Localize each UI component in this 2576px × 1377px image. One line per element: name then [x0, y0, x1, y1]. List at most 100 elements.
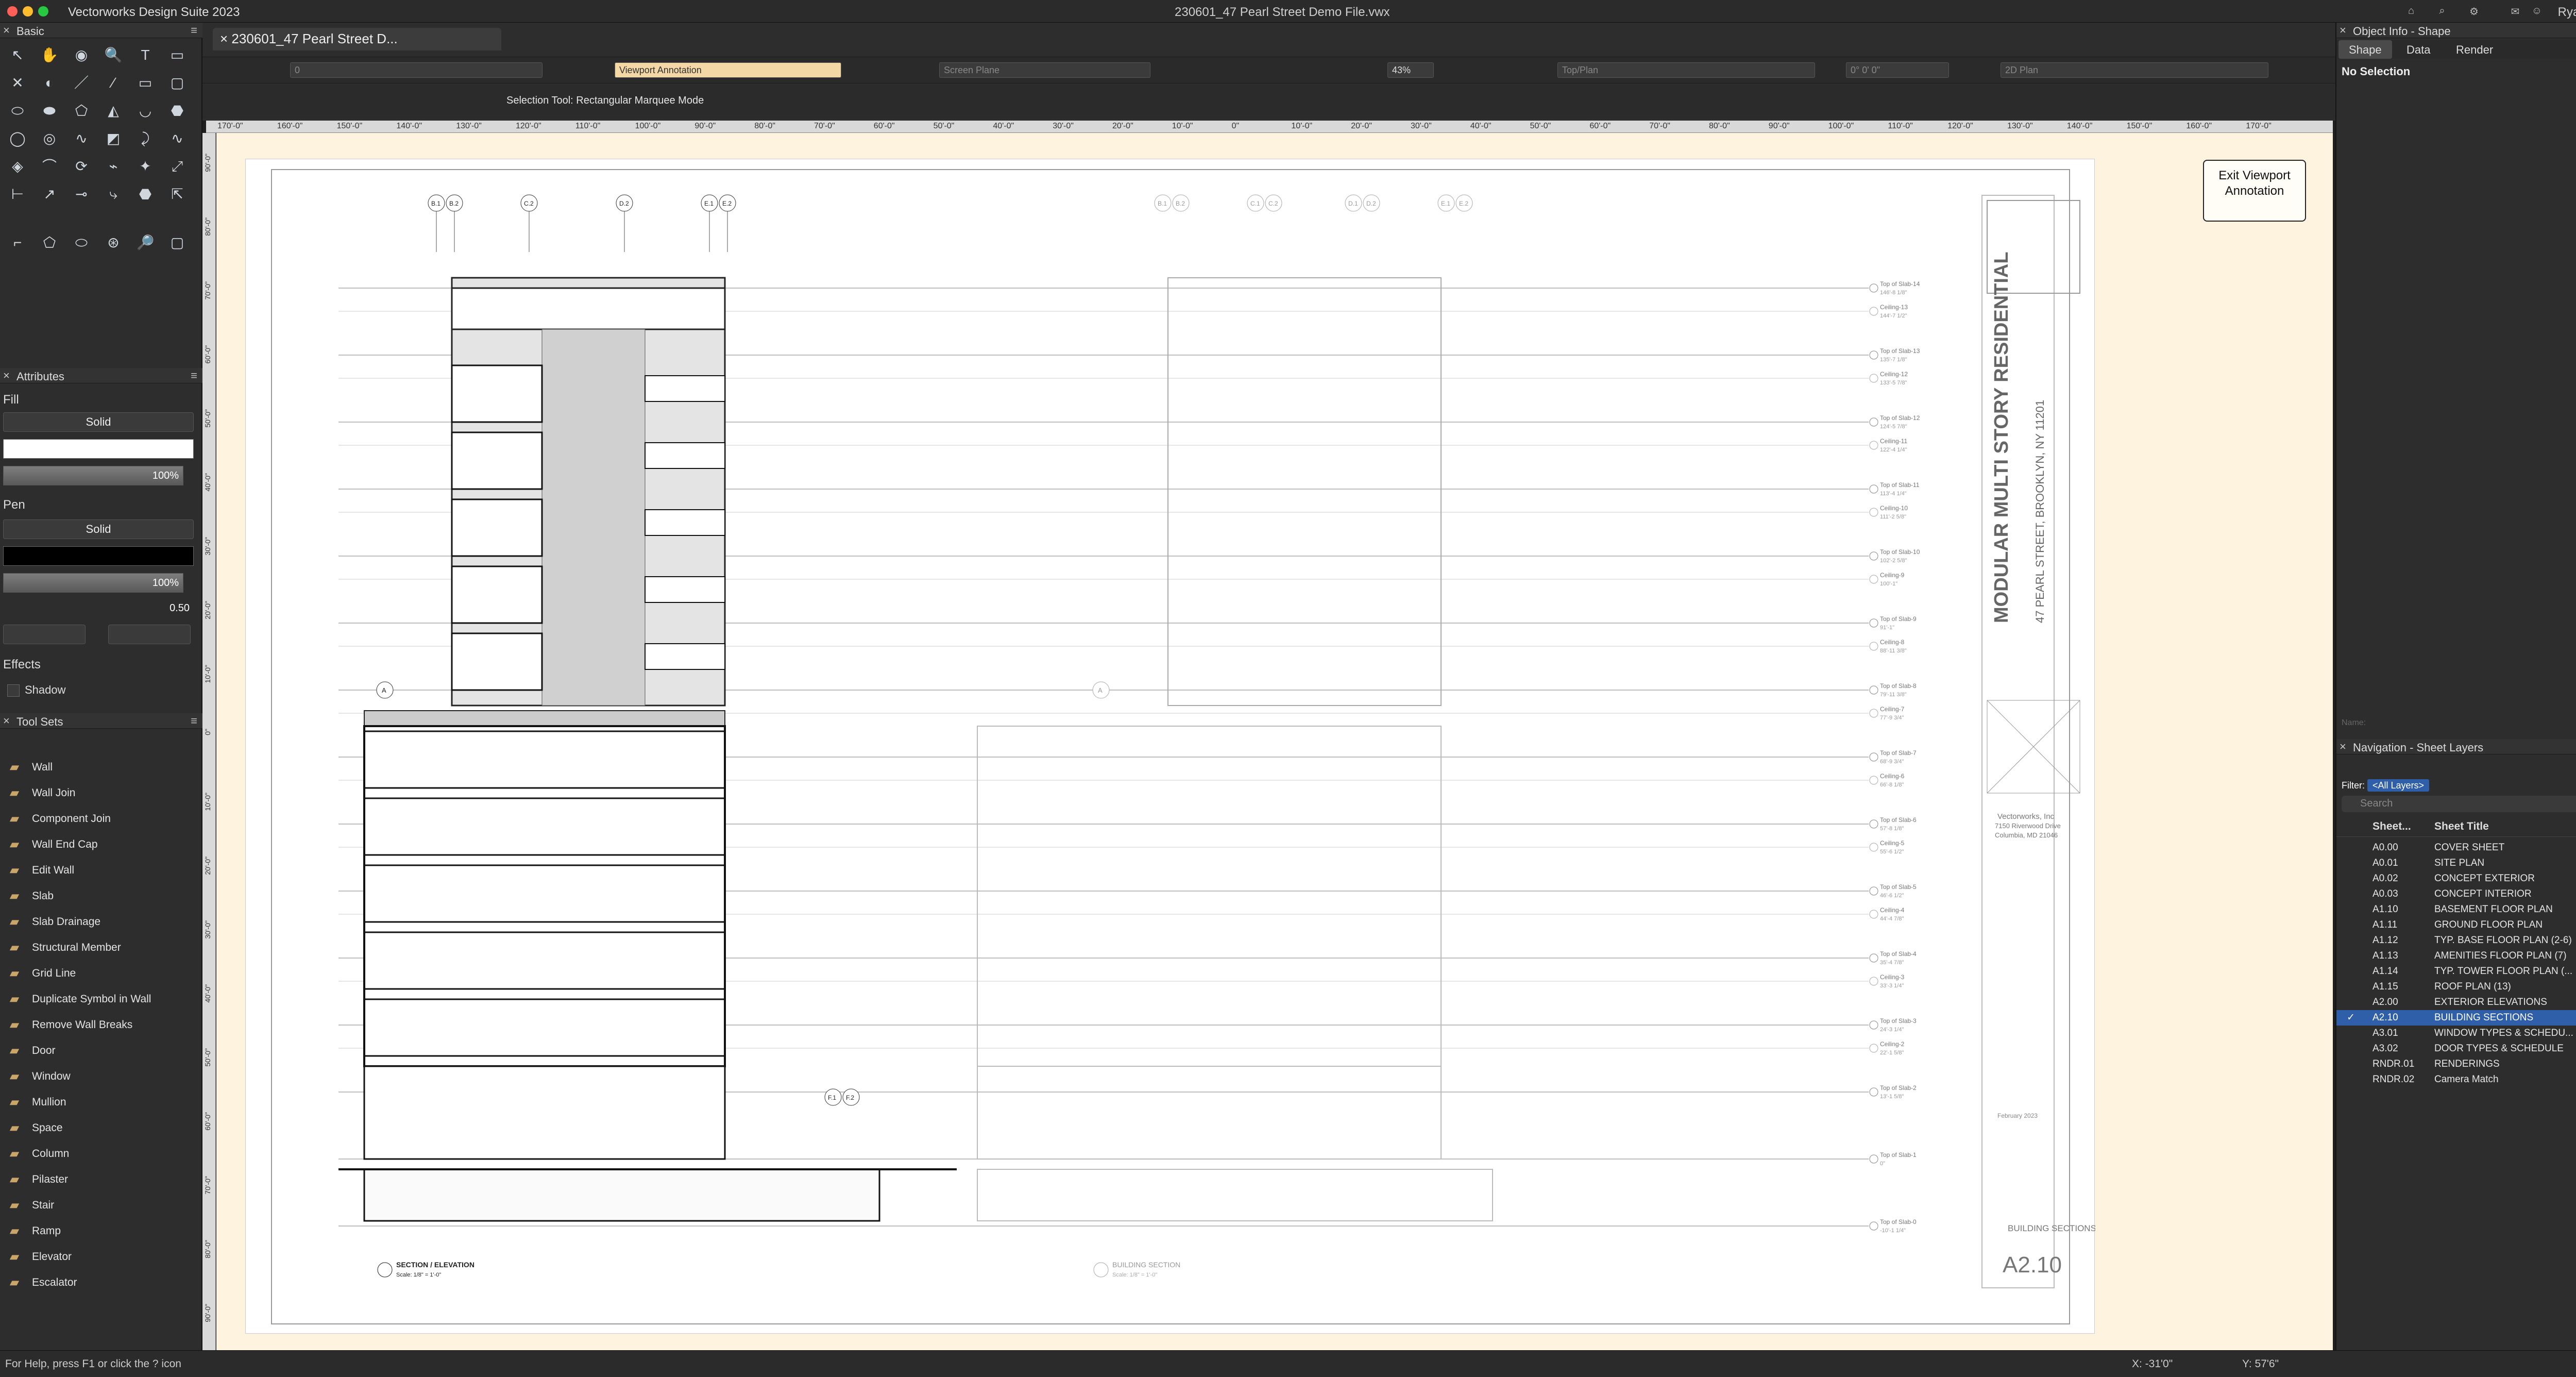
basic-tool-icon[interactable]: ⤢ — [164, 155, 191, 178]
col-sheet-number[interactable]: Sheet... — [2372, 820, 2411, 833]
basic-tool-icon[interactable]: ↗ — [36, 182, 63, 206]
basic-tool-icon[interactable]: 🔍 — [100, 43, 127, 67]
sheet-row[interactable]: A0.03CONCEPT INTERIOR4 — [2336, 886, 2576, 902]
tool-set-item[interactable]: ▰ Wall End Cap — [0, 832, 185, 858]
close-icon[interactable]: × — [3, 24, 10, 37]
basic-tool-icon[interactable]: ∿ — [68, 127, 95, 150]
tool-set-item[interactable]: ▰ Structural Member — [0, 935, 185, 961]
sheet-row[interactable]: ✓A2.10BUILDING SECTIONS12 — [2336, 1010, 2576, 1026]
tool-set-item[interactable]: ▰ Mullion — [0, 1089, 185, 1115]
basic-tool-icon[interactable]: ⬬ — [36, 99, 63, 123]
tab-shape[interactable]: Shape — [2338, 40, 2392, 59]
arrowhead-start-select[interactable] — [3, 625, 86, 644]
basic-tool-icon[interactable]: ◩ — [100, 127, 127, 150]
close-window-button[interactable] — [7, 6, 18, 16]
tool-set-item[interactable]: ▰ Remove Wall Breaks — [0, 1012, 185, 1038]
arrowhead-end-select[interactable] — [108, 625, 191, 644]
sheet-row[interactable]: RNDR.01RENDERINGS15 — [2336, 1056, 2576, 1072]
close-icon[interactable]: × — [3, 714, 10, 728]
sheet-row[interactable]: A3.01WINDOW TYPES & SCHEDU...13 — [2336, 1026, 2576, 1041]
basic-tool-icon[interactable]: ⌒ — [36, 155, 63, 178]
tool-set-item[interactable]: ▰ Component Join — [0, 806, 185, 832]
basic-tool-icon[interactable]: ◎ — [36, 127, 63, 150]
render-mode-field[interactable]: 2D Plan — [2001, 62, 2268, 78]
tool-set-item[interactable]: ▰ Escalator — [0, 1270, 185, 1296]
class-field[interactable]: 0 — [290, 62, 543, 78]
zoom-window-button[interactable] — [38, 6, 48, 16]
basic-tool-icon[interactable]: T — [132, 43, 159, 67]
rotation-field[interactable]: 0° 0' 0" — [1846, 62, 1949, 78]
basic-tool-icon[interactable]: ⊛ — [100, 231, 127, 255]
settings-icon[interactable]: ⚙ — [2468, 5, 2480, 18]
sheet-row[interactable]: A1.10BASEMENT FLOOR PLAN5 — [2336, 902, 2576, 917]
nav-filter[interactable]: Filter: <All Layers> — [2342, 779, 2430, 792]
tool-set-item[interactable]: ▰ Wall — [0, 754, 185, 780]
exit-viewport-annotation-button[interactable]: Exit Viewport Annotation — [2203, 160, 2306, 222]
close-icon[interactable]: × — [2340, 24, 2346, 37]
basic-tool-icon[interactable]: ⇱ — [164, 182, 191, 206]
layer-field[interactable]: Viewport Annotation — [615, 62, 841, 78]
basic-tool-icon[interactable]: ◉ — [68, 43, 95, 67]
basic-tool-icon[interactable]: ↖ — [4, 43, 31, 67]
basic-tool-icon[interactable]: ◐ — [36, 71, 63, 95]
col-sheet-title[interactable]: Sheet Title — [2434, 820, 2489, 833]
basic-tool-icon[interactable]: ▭ — [132, 71, 159, 95]
tab-data[interactable]: Data — [2396, 40, 2441, 59]
sheet-row[interactable]: A1.15ROOF PLAN (13)10 — [2336, 979, 2576, 995]
tool-set-item[interactable]: ▰ Pilaster — [0, 1167, 185, 1193]
tool-set-item[interactable]: ▰ Window — [0, 1064, 185, 1089]
basic-tool-icon[interactable]: ⌐ — [4, 231, 31, 255]
basic-tool-icon[interactable]: ◡ — [132, 99, 159, 123]
menu-icon[interactable]: ≡ — [191, 714, 197, 728]
tool-set-item[interactable]: ▰ Elevator — [0, 1244, 185, 1270]
basic-tool-icon[interactable]: ✕ — [4, 71, 31, 95]
tool-set-item[interactable]: ▰ Wall Join — [0, 780, 185, 806]
tool-set-item[interactable]: ▰ Ramp — [0, 1218, 185, 1244]
tool-set-item[interactable]: ▰ Slab — [0, 883, 185, 909]
user-name[interactable]: Ryan Butler — [2558, 5, 2576, 20]
tool-set-item[interactable]: ▰ Door — [0, 1038, 185, 1064]
basic-tool-icon[interactable]: ⬠ — [36, 231, 63, 255]
basic-tool-icon[interactable]: ▢ — [164, 231, 191, 255]
drawing-canvas[interactable]: Top of Slab-14 146'-8 1/8" Ceiling-13 144'-… — [216, 133, 2333, 1350]
tool-set-item[interactable]: ▰ Slab Drainage — [0, 909, 185, 935]
tool-set-item[interactable]: ▰ Space — [0, 1115, 185, 1141]
basic-tool-icon[interactable]: ∕ — [100, 71, 127, 95]
basic-tool-icon[interactable]: ◯ — [4, 127, 31, 150]
fill-opacity-bar[interactable]: 100% — [3, 466, 183, 485]
pen-opacity-bar[interactable]: 100% — [3, 573, 183, 593]
minimize-window-button[interactable] — [23, 6, 33, 16]
menu-icon[interactable]: ≡ — [191, 24, 197, 37]
filter-value[interactable]: <All Layers> — [2367, 779, 2430, 792]
home-icon[interactable]: ⌂ — [2405, 5, 2417, 18]
sheet-row[interactable]: A0.00COVER SHEET1 — [2336, 840, 2576, 855]
close-icon[interactable]: × — [2340, 740, 2346, 753]
sheet-row[interactable]: A1.13AMENITIES FLOOR PLAN (7)8 — [2336, 948, 2576, 964]
tool-set-item[interactable]: ▰ Stair — [0, 1193, 185, 1218]
tool-set-item[interactable]: ▰ Grid Line — [0, 961, 185, 986]
plane-field[interactable]: Screen Plane — [939, 62, 1150, 78]
pen-color-swatch[interactable] — [3, 546, 194, 566]
pen-style-select[interactable]: Solid — [3, 519, 194, 539]
search-icon[interactable]: ⌕ — [2436, 5, 2448, 18]
notifications-icon[interactable]: ✉ — [2509, 5, 2521, 18]
basic-tool-icon[interactable]: ⬠ — [68, 99, 95, 123]
sheet-search-input[interactable]: Search — [2342, 796, 2576, 812]
sheet-row[interactable]: A1.11GROUND FLOOR PLAN6 — [2336, 917, 2576, 933]
basic-tool-icon[interactable]: ∿ — [164, 127, 191, 150]
tool-set-item[interactable]: ▰ Edit Wall — [0, 858, 185, 883]
document-tab[interactable]: × 230601_47 Pearl Street D... — [213, 28, 501, 51]
basic-tool-icon[interactable]: ◈ — [4, 155, 31, 178]
basic-tool-icon[interactable]: ⬣ — [132, 182, 159, 206]
basic-tool-icon[interactable]: ▢ — [164, 71, 191, 95]
basic-tool-icon[interactable]: ⤸ — [132, 127, 159, 150]
basic-tool-icon[interactable]: ⟳ — [68, 155, 95, 178]
sheet-row[interactable]: A1.12TYP. BASE FLOOR PLAN (2-6)7 — [2336, 933, 2576, 948]
basic-tool-icon[interactable]: ◭ — [100, 99, 127, 123]
basic-tool-icon[interactable]: 🔎 — [132, 231, 159, 255]
basic-tool-icon[interactable]: ✦ — [132, 155, 159, 178]
basic-tool-icon[interactable]: ✋ — [36, 43, 63, 67]
basic-tool-icon[interactable]: ⌁ — [100, 155, 127, 178]
close-icon[interactable]: × — [3, 369, 10, 382]
sheet-row[interactable]: A3.02DOOR TYPES & SCHEDULE14 — [2336, 1041, 2576, 1056]
